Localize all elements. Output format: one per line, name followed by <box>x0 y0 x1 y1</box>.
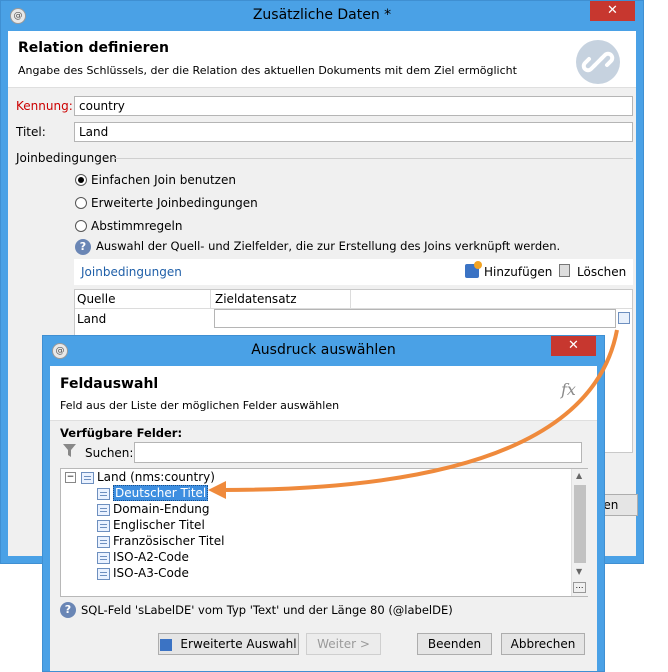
field-icon <box>97 487 110 500</box>
delete-label[interactable]: Löschen <box>577 265 626 279</box>
join-section-label: Joinbedingungen <box>16 151 117 165</box>
tree-item[interactable]: ISO-A2-Code <box>97 549 189 565</box>
radio-simple-join[interactable] <box>75 174 87 186</box>
radio-extended-join[interactable] <box>75 197 87 209</box>
kennung-label: Kennung: <box>16 99 73 113</box>
edit-expression-icon[interactable] <box>618 312 630 324</box>
trash-icon[interactable] <box>559 264 570 277</box>
back-titlebar[interactable]: @ Zusätzliche Daten * ✕ <box>1 1 643 31</box>
advanced-icon <box>160 638 173 651</box>
join-section-divider <box>112 158 633 159</box>
front-header-title: Feldauswahl <box>60 376 159 392</box>
kennung-input[interactable]: country <box>74 96 633 116</box>
scroll-up-icon[interactable]: ▲ <box>576 471 582 480</box>
field-tree: − Land (nms:country) Deutscher Titel Doma… <box>60 468 588 597</box>
back-header-title: Relation definieren <box>18 40 169 56</box>
search-label: Suchen: <box>85 446 134 460</box>
link-icon <box>576 40 620 84</box>
back-header-subtitle: Angabe des Schlüssels, der die Relation … <box>18 64 517 77</box>
back-header: Relation definieren Angabe des Schlüssel… <box>8 31 636 88</box>
field-icon <box>97 503 110 516</box>
collapse-icon[interactable]: − <box>65 472 76 483</box>
join-toolbar: Joinbedingungen Hinzufügen Löschen <box>74 259 633 285</box>
help-icon: ? <box>75 239 91 255</box>
join-tab[interactable]: Joinbedingungen <box>81 265 182 279</box>
finish-button[interactable]: Beenden <box>417 633 492 655</box>
tree-item[interactable]: ISO-A3-Code <box>97 565 189 581</box>
radio-extended-join-label[interactable]: Erweiterte Joinbedingungen <box>91 196 258 210</box>
radio-simple-join-label[interactable]: Einfachen Join benutzen <box>91 173 236 187</box>
table-icon <box>81 471 94 484</box>
field-icon <box>97 551 110 564</box>
tree-item[interactable]: Englischer Titel <box>97 517 205 533</box>
tree-item[interactable]: Deutscher Titel <box>97 485 209 501</box>
tree-item-label: ISO-A3-Code <box>113 566 189 580</box>
search-input[interactable] <box>134 442 582 463</box>
cancel-button[interactable]: Abbrechen <box>501 633 585 655</box>
row-source-cell: Land <box>77 312 107 326</box>
tree-root-label: Land (nms:country) <box>97 470 215 484</box>
tree-item-label: Englischer Titel <box>113 518 205 532</box>
front-header: Feldauswahl Feld aus der Liste der mögli… <box>50 366 597 421</box>
close-icon[interactable]: ✕ <box>590 1 635 21</box>
col-target-header: Zieldatensatz <box>215 292 297 306</box>
tree-item-label: Französischer Titel <box>113 534 225 548</box>
row-target-input[interactable] <box>214 309 616 328</box>
col-source-header: Quelle <box>77 292 116 306</box>
add-label[interactable]: Hinzufügen <box>484 265 552 279</box>
field-icon <box>97 519 110 532</box>
add-icon[interactable] <box>465 261 482 278</box>
filter-icon <box>63 444 76 461</box>
front-window-title: Ausdruck auswählen <box>251 342 396 358</box>
titel-input[interactable]: Land <box>74 122 633 142</box>
back-window-title: Zusätzliche Daten * <box>252 7 392 23</box>
tree-item[interactable]: Französischer Titel <box>97 533 224 549</box>
front-client: Feldauswahl Feld aus der Liste der mögli… <box>50 366 597 671</box>
fx-icon: fx <box>561 380 576 399</box>
more-icon[interactable]: … <box>573 582 586 593</box>
col-divider <box>350 290 351 308</box>
table-header: Quelle Zieldatensatz <box>75 290 632 309</box>
front-titlebar[interactable]: @ Ausdruck auswählen ✕ <box>43 336 604 366</box>
radio-reconcile[interactable] <box>75 220 87 232</box>
tree-item-label: ISO-A2-Code <box>113 550 189 564</box>
status-text: SQL-Feld 'sLabelDE' vom Typ 'Text' und d… <box>81 603 453 617</box>
tree-item-label: Domain-Endung <box>113 502 210 516</box>
titel-label: Titel: <box>16 125 46 139</box>
front-header-subtitle: Feld aus der Liste der möglichen Felder … <box>60 399 340 412</box>
help-icon: ? <box>60 602 76 618</box>
radio-reconcile-label[interactable]: Abstimmregeln <box>91 219 183 233</box>
tree-item[interactable]: Domain-Endung <box>97 501 210 517</box>
col-divider <box>210 290 211 308</box>
tree-root[interactable]: − Land (nms:country) <box>65 469 215 485</box>
advanced-selection-label: Erweiterte Auswahl <box>180 637 297 651</box>
tree-scrollbar[interactable]: ▲ ▼ … <box>571 469 588 596</box>
field-icon <box>97 567 110 580</box>
tree-item-label: Deutscher Titel <box>113 485 209 501</box>
scroll-down-icon[interactable]: ▼ <box>576 567 582 576</box>
scrollbar-thumb[interactable] <box>574 485 586 563</box>
join-help-text: Auswahl der Quell- und Zielfelder, die z… <box>96 239 561 253</box>
available-fields-label: Verfügbare Felder: <box>60 426 183 440</box>
next-button[interactable]: Weiter > <box>306 633 381 655</box>
table-row[interactable]: Land <box>75 309 632 329</box>
field-icon <box>97 535 110 548</box>
advanced-selection-button[interactable]: Erweiterte Auswahl <box>158 633 299 655</box>
close-icon[interactable]: ✕ <box>551 336 596 356</box>
front-window: @ Ausdruck auswählen ✕ Feldauswahl Feld … <box>42 335 605 672</box>
